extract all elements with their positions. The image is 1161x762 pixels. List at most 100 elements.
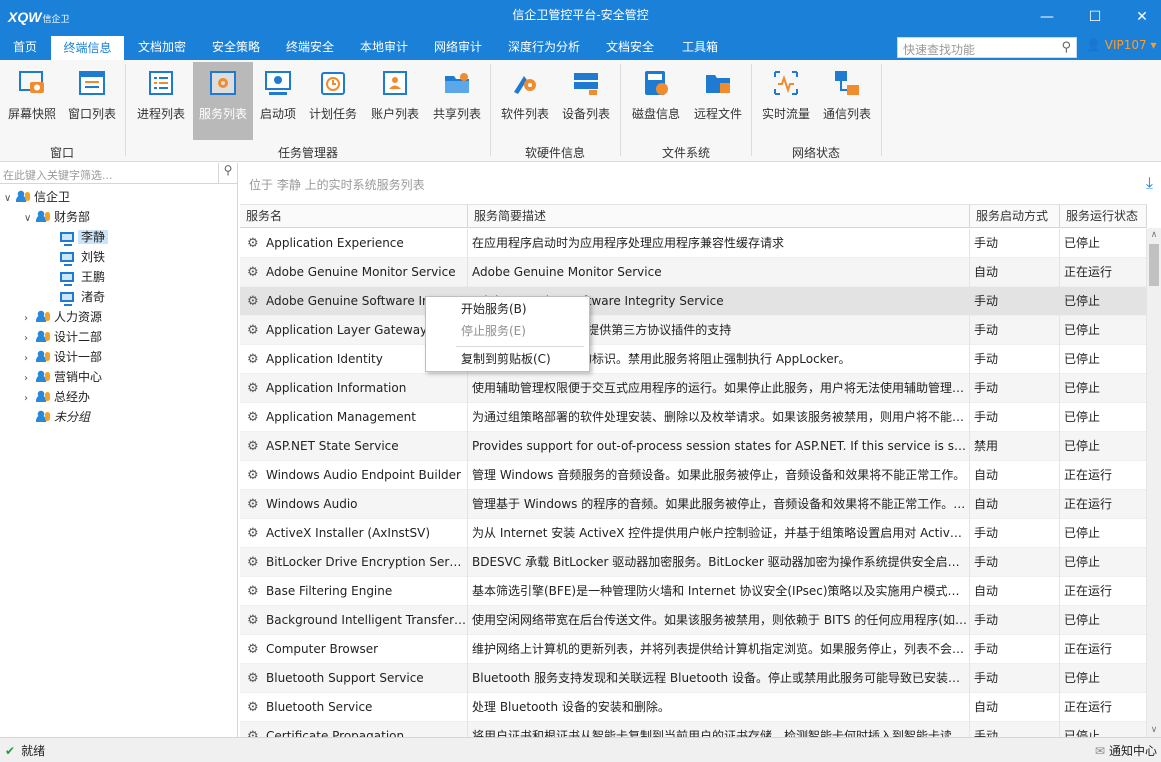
chevron-right-icon[interactable]: › [24,389,36,409]
menu-toolbox[interactable]: 工具箱 [672,34,728,60]
minimize-button[interactable]: — [1032,4,1062,30]
menu-behavior-analysis[interactable]: 深度行为分析 [500,34,588,60]
table-row[interactable]: ⚙Adobe Genuine Software Integrity Servic… [240,287,1147,316]
vertical-scrollbar[interactable]: ∧ ∨ [1147,228,1161,737]
chevron-down-icon[interactable]: ∨ [4,189,16,209]
menu-copy-clipboard[interactable]: 复制到剪贴板(C) [427,348,588,370]
col-description[interactable]: 服务简要描述 [468,205,970,228]
ribbon-share-list[interactable]: 共享列表 [428,62,486,140]
tree-dept[interactable]: › 设计一部 [24,347,102,367]
download-icon[interactable]: ⤓ [1146,173,1153,193]
ribbon-comm-list[interactable]: 通信列表 [818,62,876,140]
tree-root[interactable]: ∨ 信企卫 [4,187,70,207]
col-startup-type[interactable]: 服务启动方式 [970,205,1060,228]
tree-user[interactable]: 刘铁 [60,247,108,267]
table-row[interactable]: ⚙ Certificate Propagation 将用户证书和根证书从智能卡复制到… [240,722,1147,737]
col-service-name[interactable]: 服务名 [240,205,468,228]
cell-status: 正在运行 [1060,577,1147,606]
notification-center[interactable]: ✉ 通知中心 [1095,742,1157,759]
window-list-icon [77,68,107,98]
ribbon-window-list[interactable]: 窗口列表 [64,62,120,140]
table-row[interactable]: ⚙Background Intelligent Transfer Service… [240,606,1147,635]
ribbon-service-list[interactable]: 服务列表 [193,62,253,140]
table-row[interactable]: ⚙ Application Identity 确定并验证应用程序的标识。禁用此服务将… [240,345,1147,374]
ribbon-remote-files[interactable]: 远程文件 [689,62,747,140]
table-row[interactable]: ⚙ Base Filtering Engine 基本筛选引擎(BFE)是一种管理防火… [240,577,1147,606]
group-icon [36,370,50,382]
table-row[interactable]: ⚙ Computer Browser 维护网络上计算机的更新列表，并将列表提供给计算… [240,635,1147,664]
ribbon-process-list[interactable]: 进程列表 [133,62,189,140]
tree-dept[interactable]: ∨ 财务部 [24,207,90,227]
cell-service-name: Background Intelligent Transfer Service [240,606,468,635]
cell-description: 管理基于 Windows 的程序的音频。如果此服务被停止，音频设备和效果将不能正… [468,490,970,519]
quick-search-input[interactable]: 快速查找功能 ⚲ [897,37,1077,58]
cell-description: 维护网络上计算机的更新列表，并将列表提供给计算机指定浏览。如果服务停止，列表不会… [468,635,970,664]
scroll-up-icon[interactable]: ∧ [1147,228,1161,242]
table-row[interactable]: ⚙ Bluetooth Support Service Bluetooth 服务支持… [240,664,1147,693]
table-row[interactable]: ⚙ ActiveX Installer (AxInstSV) 为从 Internet… [240,519,1147,548]
ribbon-separator [125,64,126,156]
chevron-right-icon[interactable]: › [24,369,36,389]
ribbon-scheduled-tasks[interactable]: 计划任务 [304,62,362,140]
chevron-right-icon[interactable]: › [24,309,36,329]
table-row[interactable]: ⚙ Bluetooth Service 处理 Bluetooth 设备的安装和删除。… [240,693,1147,722]
menu-home[interactable]: 首页 [4,34,46,60]
tree-user[interactable]: 王鹏 [60,267,108,287]
ribbon-group-task-manager: 任务管理器 [277,146,338,160]
ribbon-account-list[interactable]: 账户列表 [366,62,424,140]
quick-search-placeholder: 快速查找功能 [903,43,976,57]
col-status[interactable]: 服务运行状态 [1060,205,1147,228]
chevron-right-icon[interactable]: › [24,349,36,369]
maximize-button[interactable]: ☐ [1080,4,1110,30]
table-row[interactable]: ⚙ Application Layer Gateway Service 为 Inte… [240,316,1147,345]
cell-service-name: ActiveX Installer (AxInstSV) [240,519,468,548]
ribbon-realtime-traffic[interactable]: 实时流量 [758,62,814,140]
user-menu[interactable]: 👤 VIP107 ▾ [1086,38,1157,52]
table-row[interactable]: ⚙ BitLocker Drive Encryption Service BDESV… [240,548,1147,577]
ribbon-screenshot[interactable]: 屏幕快照 [4,62,60,140]
table-row[interactable]: ⚙ Application Experience 在应用程序启动时为应用程序处理应用… [240,229,1147,258]
ribbon-group-network: 网络状态 [791,146,840,160]
menu-doc-encrypt[interactable]: 文档加密 [130,34,194,60]
ribbon-device-list[interactable]: 设备列表 [557,62,615,140]
menu-security-policy[interactable]: 安全策略 [204,34,268,60]
tree-dept[interactable]: › 营销中心 [24,367,102,387]
ribbon-disk-info[interactable]: 磁盘信息 [627,62,685,140]
menu-start-service[interactable]: 开始服务(B) [427,298,588,320]
tree-filter-input[interactable]: 在此键入关键字筛选... ⚲ [0,163,238,184]
menu-doc-security[interactable]: 文档安全 [598,34,662,60]
group-icon [36,390,50,402]
ribbon-startup-items[interactable]: 启动项 [256,62,300,140]
table-row[interactable]: ⚙ Application Management 为通过组策略部署的软件处理安装、删… [240,403,1147,432]
search-icon[interactable]: ⚲ [1061,40,1071,55]
table-row[interactable]: ⚙ Application Information 使用辅助管理权限便于交互式应用程… [240,374,1147,403]
tree-user[interactable]: 渚奇 [60,287,108,307]
scroll-down-icon[interactable]: ∨ [1147,723,1161,737]
cell-status: 正在运行 [1060,461,1147,490]
table-row[interactable]: ⚙ Adobe Genuine Monitor Service Adobe Genu… [240,258,1147,287]
table-row[interactable]: ⚙ Windows Audio 管理基于 Windows 的程序的音频。如果此服务被… [240,490,1147,519]
close-button[interactable]: ✕ [1127,4,1157,30]
ribbon-group-window: 窗口 [49,146,74,160]
chevron-down-icon[interactable]: ∨ [24,209,36,229]
main-menu: 首页 终端信息 文档加密 安全策略 终端安全 本地审计 网络审计 深度行为分析 … [0,34,1161,60]
table-row[interactable]: ⚙ ASP.NET State Service Provides support f… [240,432,1147,461]
search-icon[interactable]: ⚲ [218,163,237,183]
ribbon-software-list[interactable]: 软件列表 [497,62,553,140]
device-icon [571,68,601,98]
chevron-right-icon[interactable]: › [24,329,36,349]
cell-startup-type: 手动 [970,722,1060,737]
menu-local-audit[interactable]: 本地审计 [352,34,416,60]
tree-ungrouped[interactable]: 未分组 [24,407,90,427]
tree-dept[interactable]: › 设计二部 [24,327,102,347]
table-row[interactable]: ⚙ Windows Audio Endpoint Builder 管理 Window… [240,461,1147,490]
tree-dept[interactable]: › 人力资源 [24,307,102,327]
scroll-thumb[interactable] [1149,244,1159,286]
menu-terminal-security[interactable]: 终端安全 [278,34,342,60]
tree-dept[interactable]: › 总经办 [24,387,90,407]
tree-user[interactable]: 李静 [60,227,109,247]
menu-terminal-info[interactable]: 终端信息 [51,36,124,60]
ribbon-toolbar: 屏幕快照 窗口列表 窗口 进程列表 服务列表 启动项 计划任务 账户列表 共享列… [0,60,1161,162]
screenshot-icon [17,68,47,98]
menu-network-audit[interactable]: 网络审计 [426,34,490,60]
